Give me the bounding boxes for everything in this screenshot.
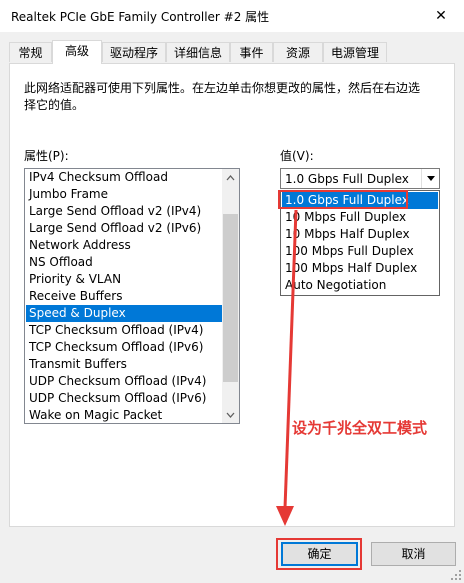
tab-details[interactable]: 详细信息 (166, 42, 230, 62)
list-item[interactable]: Transmit Buffers (26, 356, 222, 373)
scroll-down-icon[interactable] (222, 406, 239, 423)
value-label: 值(V): (280, 149, 314, 163)
close-icon: ✕ (435, 8, 447, 24)
property-list-scrollbar[interactable] (222, 169, 239, 423)
list-item[interactable]: NS Offload (26, 254, 222, 271)
chevron-down-icon[interactable] (421, 169, 439, 188)
dropdown-option[interactable]: 10 Mbps Half Duplex (282, 226, 438, 243)
list-item[interactable]: TCP Checksum Offload (IPv4) (26, 322, 222, 339)
property-label: 属性(P): (24, 149, 69, 163)
list-item[interactable]: Priority & VLAN (26, 271, 222, 288)
list-item[interactable]: Large Send Offload v2 (IPv6) (26, 220, 222, 237)
description-text: 此网络适配器可使用下列属性。在左边单击你想更改的属性，然后在右边选择它的值。 (24, 81, 421, 112)
value-combobox[interactable]: 1.0 Gbps Full Duplex (280, 168, 440, 189)
dropdown-option[interactable]: 10 Mbps Full Duplex (282, 209, 438, 226)
annotation-text: 设为千兆全双工模式 (292, 419, 428, 437)
highlight-box-option (278, 190, 408, 209)
list-item[interactable]: TCP Checksum Offload (IPv6) (26, 339, 222, 356)
value-combobox-text: 1.0 Gbps Full Duplex (285, 172, 409, 186)
scroll-up-icon[interactable] (222, 169, 239, 186)
list-item[interactable]: Network Address (26, 237, 222, 254)
tab-resources[interactable]: 资源 (273, 42, 323, 62)
cancel-button[interactable]: 取消 (371, 542, 456, 566)
tab-general[interactable]: 常规 (9, 42, 52, 62)
dropdown-option[interactable]: Auto Negotiation (282, 277, 438, 294)
resize-grip-icon[interactable] (450, 569, 462, 581)
tab-power-management[interactable]: 电源管理 (323, 42, 387, 62)
list-item[interactable]: Large Send Offload v2 (IPv4) (26, 203, 222, 220)
list-item-selected[interactable]: Speed & Duplex (26, 305, 222, 322)
scrollbar-thumb[interactable] (223, 214, 238, 382)
dropdown-option[interactable]: 100 Mbps Half Duplex (282, 260, 438, 277)
dropdown-option[interactable]: 100 Mbps Full Duplex (282, 243, 438, 260)
window-title: Realtek PCIe GbE Family Controller #2 属性 (11, 10, 270, 24)
list-item[interactable]: Receive Buffers (26, 288, 222, 305)
tab-strip: 常规 高级 驱动程序 详细信息 事件 资源 电源管理 (9, 40, 455, 64)
highlight-box-ok (276, 538, 362, 570)
tab-driver[interactable]: 驱动程序 (102, 42, 166, 62)
list-item[interactable]: UDP Checksum Offload (IPv4) (26, 373, 222, 390)
tab-advanced[interactable]: 高级 (52, 40, 102, 64)
list-item[interactable]: UDP Checksum Offload (IPv6) (26, 390, 222, 407)
list-item[interactable]: IPv4 Checksum Offload (26, 169, 222, 186)
title-bar: Realtek PCIe GbE Family Controller #2 属性… (0, 0, 464, 32)
list-item[interactable]: Wake on Magic Packet (26, 407, 222, 423)
property-list[interactable]: IPv4 Checksum Offload Jumbo Frame Large … (24, 168, 240, 424)
close-button[interactable]: ✕ (418, 0, 464, 32)
tab-events[interactable]: 事件 (230, 42, 273, 62)
list-item[interactable]: Jumbo Frame (26, 186, 222, 203)
